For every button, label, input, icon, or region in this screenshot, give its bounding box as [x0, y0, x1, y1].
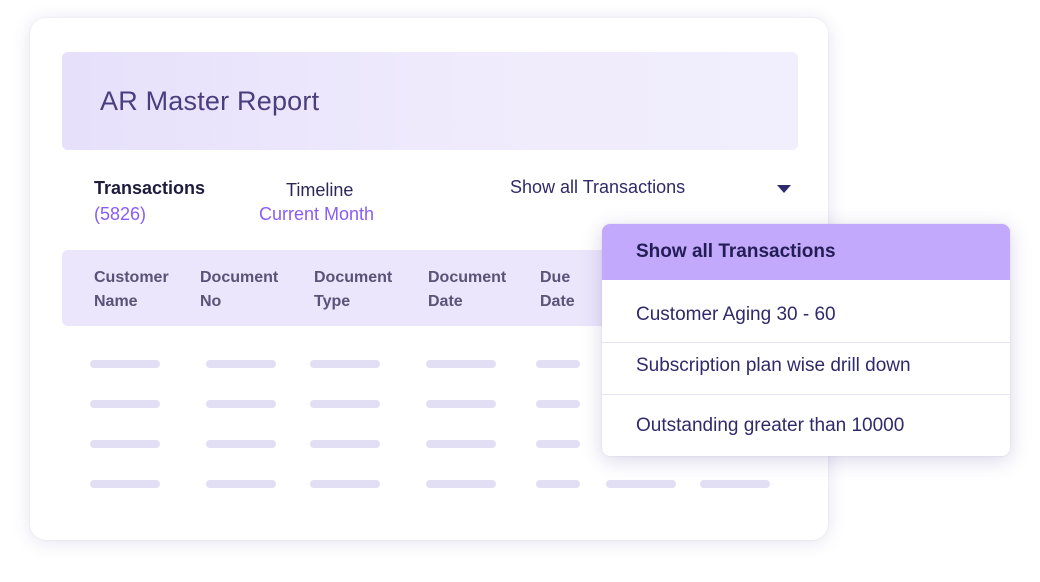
filter-option-show-all[interactable]: Show all Transactions — [602, 224, 1010, 280]
filter-option-label: Subscription plan wise drill down — [636, 355, 911, 376]
filter-selected-value: Show all Transactions — [510, 177, 686, 197]
cell-placeholder — [90, 480, 160, 488]
cell-placeholder — [536, 480, 580, 488]
cell-placeholder — [206, 440, 276, 448]
transactions-label: Transactions — [94, 178, 206, 198]
cell-placeholder — [426, 400, 496, 408]
cell-placeholder — [606, 480, 676, 488]
cell-placeholder — [536, 400, 580, 408]
cell-placeholder — [536, 360, 580, 368]
cell-placeholder — [426, 480, 496, 488]
cell-placeholder — [90, 360, 160, 368]
transaction-filter-dropdown[interactable]: Show all Transactions — [502, 168, 802, 208]
cell-placeholder — [90, 400, 160, 408]
filter-option-customer-aging[interactable]: Customer Aging 30 - 60 — [602, 290, 1010, 342]
cell-placeholder — [426, 440, 496, 448]
transactions-count: (5826) — [94, 204, 147, 224]
cell-placeholder — [206, 400, 276, 408]
cell-placeholder — [310, 400, 380, 408]
cell-placeholder — [426, 360, 496, 368]
cell-placeholder — [206, 360, 276, 368]
column-header-customer-name[interactable]: Customer Name — [94, 266, 169, 314]
cell-placeholder — [90, 440, 160, 448]
stage: AR Master Report Transactions (5826) Tim… — [0, 0, 1040, 582]
column-header-document-date[interactable]: Document Date — [428, 266, 506, 314]
report-header: AR Master Report — [62, 52, 798, 150]
cell-placeholder — [700, 480, 770, 488]
column-header-document-no[interactable]: Document No — [200, 266, 278, 314]
cell-placeholder — [310, 480, 380, 488]
cell-placeholder — [206, 480, 276, 488]
filter-option-outstanding[interactable]: Outstanding greater than 10000 — [602, 395, 1010, 456]
filter-option-label: Customer Aging 30 - 60 — [636, 304, 836, 325]
filter-option-subscription-plan[interactable]: Subscription plan wise drill down — [602, 343, 1010, 394]
filter-options-menu: Show all Transactions Customer Aging 30 … — [602, 224, 1010, 456]
report-title: AR Master Report — [100, 86, 320, 116]
cell-placeholder — [310, 360, 380, 368]
column-header-due-date[interactable]: Due Date — [540, 266, 575, 314]
caret-down-icon[interactable] — [777, 185, 791, 193]
cell-placeholder — [536, 440, 580, 448]
column-header-document-type[interactable]: Document Type — [314, 266, 392, 314]
filter-option-label: Outstanding greater than 10000 — [636, 415, 905, 436]
timeline-label: Timeline — [286, 180, 354, 200]
table-row-placeholder — [30, 480, 828, 488]
timeline-value[interactable]: Current Month — [259, 204, 374, 225]
cell-placeholder — [310, 440, 380, 448]
filter-option-label: Show all Transactions — [636, 241, 836, 262]
